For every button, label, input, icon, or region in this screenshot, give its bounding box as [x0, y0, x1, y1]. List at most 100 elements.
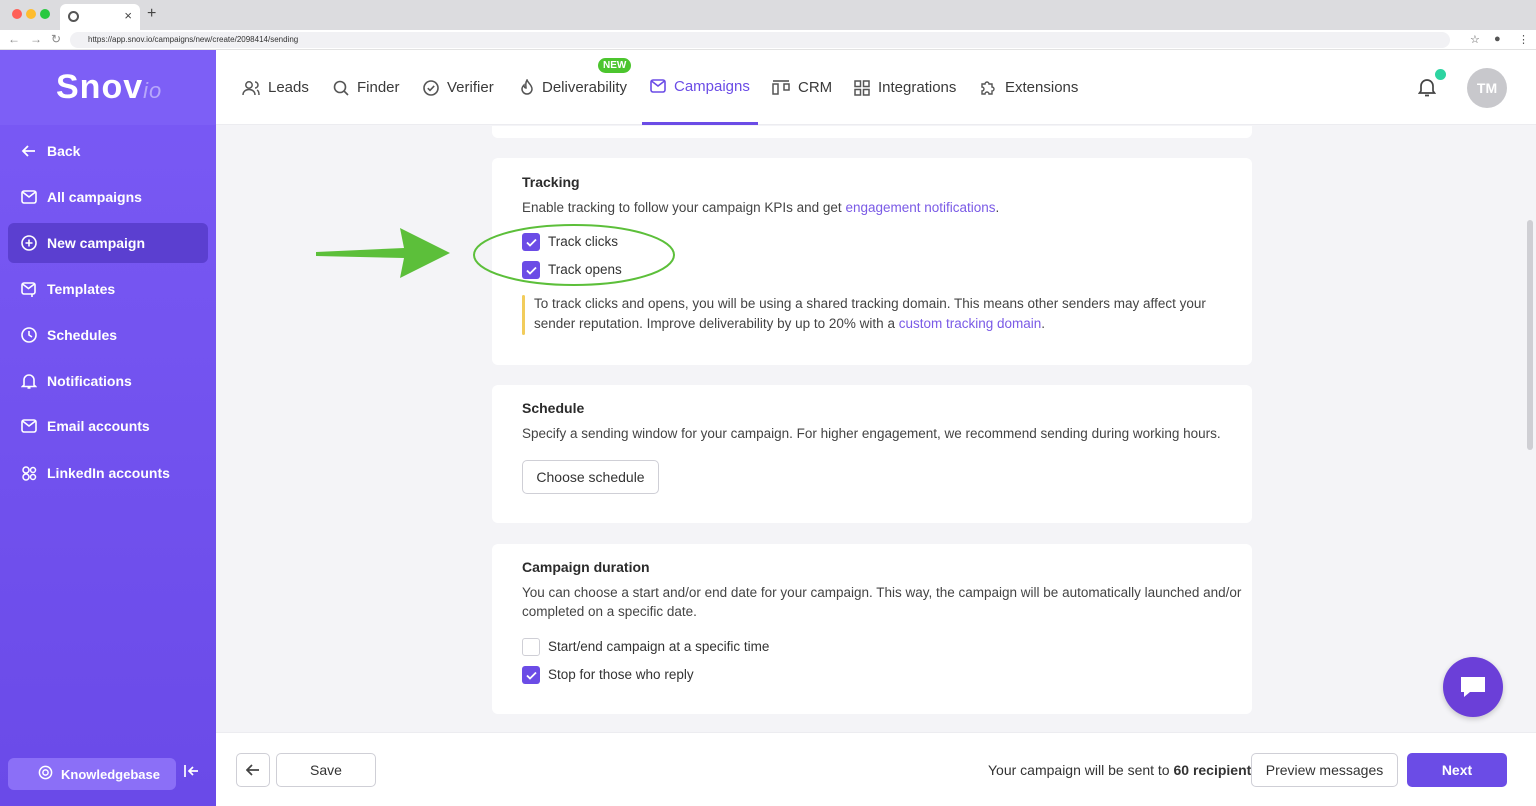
stop-reply-label[interactable]: Stop for those who reply [548, 667, 694, 682]
stop-reply-checkbox[interactable] [522, 666, 540, 684]
sidebar: Snovio Back All campaigns New campaign T… [0, 50, 216, 806]
puzzle-icon [980, 79, 997, 96]
sidebar-item-new-campaign[interactable]: New campaign [8, 223, 208, 263]
nav-integrations[interactable]: Integrations [854, 50, 956, 125]
users-icon [242, 80, 260, 96]
knowledgebase-label: Knowledgebase [61, 766, 160, 782]
mail-icon [20, 417, 38, 435]
choose-schedule-button[interactable]: Choose schedule [522, 460, 659, 494]
browser-menu-icon[interactable]: ⋮ [1518, 33, 1529, 46]
close-window-dot[interactable] [12, 9, 22, 19]
tracking-desc-end: . [995, 200, 1000, 215]
nav-verifier[interactable]: Verifier [423, 50, 494, 125]
nav-finder[interactable]: Finder [333, 50, 400, 125]
browser-forward-icon[interactable]: → [30, 32, 42, 46]
clock-icon [20, 326, 38, 344]
green-ellipse-annotation [473, 224, 675, 286]
nav-label: Extensions [1005, 79, 1079, 96]
sidebar-item-label: Schedules [47, 327, 118, 343]
search-icon [333, 80, 349, 96]
knowledgebase-button[interactable]: Knowledgebase [8, 758, 176, 790]
new-tab-icon[interactable]: + [147, 5, 156, 23]
sidebar-item-linkedin-accounts[interactable]: LinkedIn accounts [8, 453, 208, 493]
save-button[interactable]: Save [276, 753, 376, 787]
duration-desc-line1: You can choose a start and/or end date f… [522, 585, 1242, 600]
check-circle-icon [423, 79, 439, 96]
mail-icon [20, 188, 38, 206]
top-navigation: Leads Finder Verifier Deliverability NEW… [216, 50, 1536, 125]
logo-suffix: io [143, 78, 163, 103]
custom-tracking-domain-link[interactable]: custom tracking domain [899, 316, 1042, 331]
tracking-title: Tracking [522, 174, 580, 190]
recipients-text: Your campaign will be sent to 60 recipie… [988, 762, 1263, 778]
tracking-desc-text: Enable tracking to follow your campaign … [522, 200, 846, 215]
nav-campaigns[interactable]: Campaigns [642, 50, 758, 125]
lifebuoy-icon [38, 765, 53, 783]
crm-icon [772, 79, 790, 96]
campaign-duration-card: Campaign duration You can choose a start… [492, 544, 1252, 714]
previous-section-card [492, 126, 1252, 138]
recipients-prefix: Your campaign will be sent to [988, 762, 1174, 778]
template-icon [20, 280, 38, 298]
nav-label: Deliverability [542, 79, 628, 96]
next-button[interactable]: Next [1407, 753, 1507, 787]
sidebar-item-label: Notifications [47, 373, 132, 389]
logo-main: Snov [56, 68, 144, 106]
snovio-logo[interactable]: Snovio [0, 50, 216, 125]
duration-title: Campaign duration [522, 559, 650, 575]
duration-desc-line2: completed on a specific date. [522, 604, 697, 619]
engagement-notifications-link[interactable]: engagement notifications [845, 200, 995, 215]
nav-label: Verifier [447, 79, 494, 96]
avatar[interactable]: TM [1467, 68, 1507, 108]
sidebar-item-label: All campaigns [47, 189, 142, 205]
back-step-button[interactable] [236, 753, 270, 787]
nav-crm[interactable]: CRM [772, 50, 832, 125]
tracking-notice-line2: sender reputation. Improve deliverabilit… [534, 314, 1045, 334]
nav-leads[interactable]: Leads [242, 50, 309, 125]
maximize-window-dot[interactable] [40, 9, 50, 19]
url-field[interactable]: https://app.snov.io/campaigns/new/create… [70, 32, 1450, 48]
schedule-title: Schedule [522, 400, 585, 416]
notifications-bell-icon[interactable] [1417, 77, 1437, 102]
collapse-sidebar-icon[interactable] [184, 764, 200, 783]
notice-accent-bar [522, 295, 525, 335]
sidebar-item-schedules[interactable]: Schedules [8, 315, 208, 355]
profile-icon[interactable]: ● [1494, 33, 1501, 45]
page-scrollbar[interactable] [1527, 220, 1533, 450]
sidebar-item-label: Email accounts [47, 418, 150, 434]
notice-text: sender reputation. Improve deliverabilit… [534, 316, 899, 331]
grid-icon [854, 79, 870, 96]
sidebar-item-email-accounts[interactable]: Email accounts [8, 406, 208, 446]
arrow-left-icon [20, 142, 38, 160]
nav-label: Integrations [878, 79, 957, 96]
address-bar-row: ← → ↻ https://app.snov.io/campaigns/new/… [0, 30, 1536, 50]
specific-time-checkbox[interactable] [522, 638, 540, 656]
green-arrow-annotation [316, 228, 450, 278]
nav-extensions[interactable]: Extensions [980, 50, 1078, 125]
schedule-description: Specify a sending window for your campai… [522, 426, 1221, 441]
sidebar-item-back[interactable]: Back [8, 131, 208, 171]
preview-messages-button[interactable]: Preview messages [1251, 753, 1398, 787]
specific-time-label[interactable]: Start/end campaign at a specific time [548, 639, 769, 654]
browser-tab-bar: × + [0, 0, 1536, 30]
chat-widget-button[interactable] [1443, 657, 1503, 717]
plus-circle-icon [20, 234, 38, 252]
browser-reload-icon[interactable]: ↻ [51, 32, 61, 46]
new-badge: NEW [598, 58, 632, 73]
browser-tab[interactable]: × [60, 4, 140, 30]
browser-back-icon[interactable]: ← [8, 32, 20, 46]
tracking-notice-line1: To track clicks and opens, you will be u… [534, 296, 1206, 311]
bookmark-star-icon[interactable]: ☆ [1470, 33, 1480, 46]
sidebar-item-label: New campaign [47, 235, 146, 251]
notification-dot [1435, 69, 1446, 80]
close-tab-icon[interactable]: × [124, 8, 132, 23]
sidebar-item-label: LinkedIn accounts [47, 465, 170, 481]
minimize-window-dot[interactable] [26, 9, 36, 19]
favicon-icon [68, 11, 79, 22]
bell-icon [20, 372, 38, 390]
sidebar-item-all-campaigns[interactable]: All campaigns [8, 177, 208, 217]
sidebar-item-notifications[interactable]: Notifications [8, 361, 208, 401]
notice-end: . [1041, 316, 1046, 331]
sidebar-item-templates[interactable]: Templates [8, 269, 208, 309]
tracking-description: Enable tracking to follow your campaign … [522, 198, 999, 218]
